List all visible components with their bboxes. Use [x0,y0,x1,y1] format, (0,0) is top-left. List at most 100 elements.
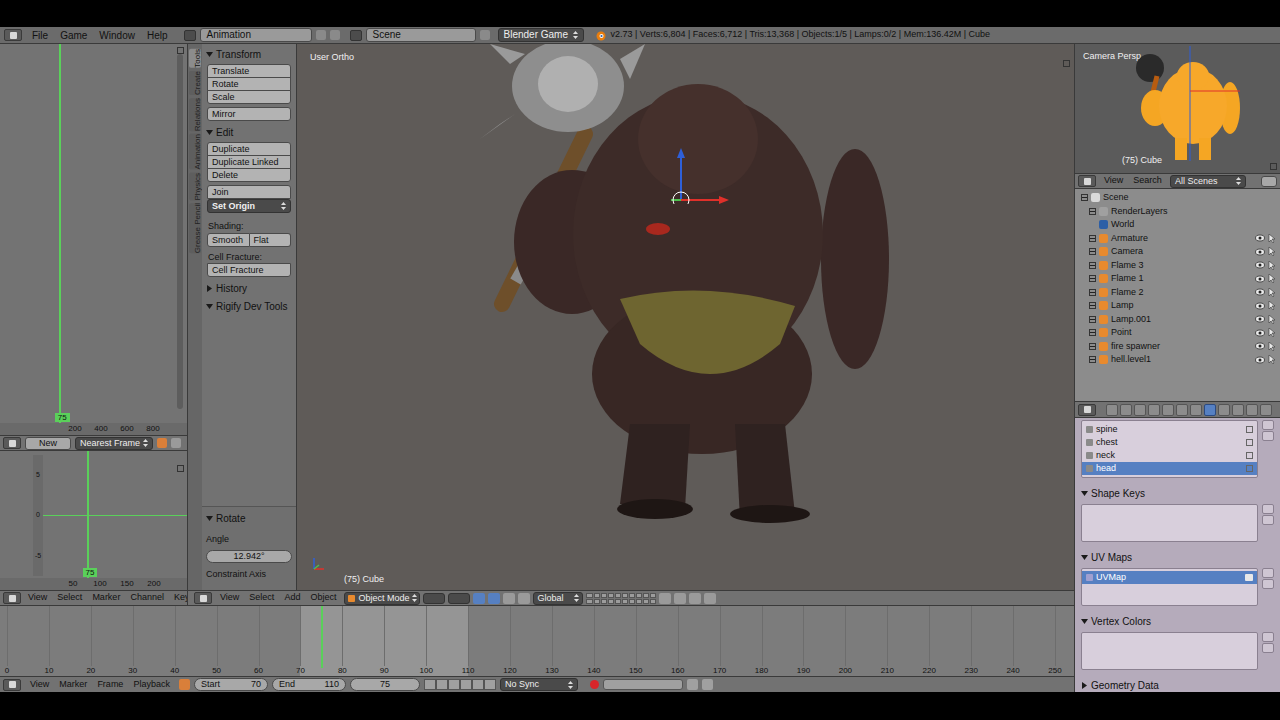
expand-icon[interactable] [1089,356,1096,363]
tool-button[interactable]: Join [207,185,291,199]
scene-field[interactable]: Scene [366,28,476,42]
expanded-icon[interactable] [206,51,213,58]
expand-icon[interactable] [1089,208,1096,215]
outliner-row[interactable]: hell.level1 [1075,353,1280,367]
properties-tab-icon[interactable] [1134,404,1146,416]
cursor-icon[interactable] [1268,274,1276,283]
transport-button[interactable] [436,679,448,690]
outliner-row[interactable]: Flame 2 [1075,286,1280,300]
lock-icon[interactable] [1246,439,1253,446]
expand-icon[interactable] [1089,302,1096,309]
cursor-icon[interactable] [1268,301,1276,310]
menu-item[interactable]: Select [244,591,279,605]
frame-cursor[interactable] [59,44,61,423]
delete-key-icon[interactable] [702,679,713,690]
outliner-row[interactable]: Scene [1075,191,1280,205]
curve-graph[interactable]: 50-57550100150200 [0,451,187,590]
outliner-row[interactable]: Flame 3 [1075,259,1280,273]
properties-tab-icon[interactable] [1148,404,1160,416]
transport-button[interactable] [484,679,496,690]
properties-tab-icon[interactable] [1190,404,1202,416]
info-editor-icon[interactable] [4,29,22,41]
eye-icon[interactable] [1255,315,1265,323]
3d-viewport[interactable]: User Ortho(75) Cube [297,44,1074,590]
panel-header[interactable]: History [206,281,292,295]
active-render-icon[interactable] [1245,574,1253,581]
expanded-icon[interactable] [1081,554,1088,561]
tool-tab[interactable]: Animation [189,134,201,170]
expanded-icon[interactable] [206,303,213,310]
cursor-icon[interactable] [1268,247,1276,256]
cursor-icon[interactable] [1268,328,1276,337]
add-item-icon[interactable] [1262,568,1274,578]
outliner-label[interactable]: Flame 1 [1111,272,1144,286]
outliner-row[interactable]: Point [1075,326,1280,340]
expand-icon[interactable] [1089,262,1096,269]
eye-icon[interactable] [1255,261,1265,269]
tool-button[interactable]: Cell Fracture [207,263,291,277]
add-item-icon[interactable] [1262,504,1274,514]
tool-tab[interactable]: Physics [189,173,201,201]
expand-icon[interactable] [1089,275,1096,282]
outliner-label[interactable]: hell.level1 [1111,353,1151,367]
interpolation-dropdown[interactable]: Nearest Frame [75,437,153,450]
cursor-icon[interactable] [1268,315,1276,324]
menu-item[interactable]: View [25,678,54,692]
vertex-group-row[interactable]: spine [1082,423,1257,436]
menu-item[interactable]: File [26,28,54,43]
layer-button[interactable] [650,599,656,604]
add-layout-icon[interactable] [316,30,326,40]
sync-dropdown[interactable]: No Sync [500,678,578,691]
menu-item[interactable]: Channel [125,591,169,605]
layer-button[interactable] [636,593,642,598]
start-field[interactable]: Start70 [194,678,268,691]
set-origin-menu[interactable]: Set Origin [207,199,291,213]
panel-header[interactable]: UV Maps [1081,550,1274,565]
frame-cursor[interactable] [321,606,323,668]
list-box[interactable] [1081,632,1258,670]
remove-item-icon[interactable] [1262,431,1274,441]
add-item-icon[interactable] [1262,632,1274,642]
menu-item[interactable]: Object [305,591,341,605]
remove-item-icon[interactable] [1262,579,1274,589]
expanded-icon[interactable] [1081,618,1088,625]
panel-header[interactable]: Rotate [206,511,292,526]
outliner-label[interactable]: Lamp.001 [1111,313,1151,327]
tool-button[interactable]: Delete [207,168,291,182]
insert-key-icon[interactable] [687,679,698,690]
expand-icon[interactable] [1089,329,1096,336]
timeline[interactable]: 0102030405060708090100110120130140150160… [0,606,1074,676]
add-region-icon[interactable] [177,47,184,54]
outliner-label[interactable]: Armature [1111,232,1148,246]
menu-item[interactable]: Key [169,591,188,605]
tool-button[interactable]: Mirror [207,107,291,121]
lock-icon[interactable] [1246,465,1253,472]
layer-button[interactable] [594,599,600,604]
properties-tab-icon[interactable] [1246,404,1258,416]
menu-item[interactable]: Marker [54,678,92,692]
tool-tab[interactable]: Relations [189,98,201,131]
menu-item[interactable]: Add [279,591,305,605]
outliner-row[interactable]: Camera [1075,245,1280,259]
panel-header[interactable]: Rigify Dev Tools [206,299,292,313]
add-item-icon[interactable] [1262,420,1274,430]
scene-icon[interactable] [350,30,362,41]
tool-button[interactable]: Translate [207,64,291,78]
cursor-icon[interactable] [1268,261,1276,270]
transform-gizmo-icon[interactable] [671,144,741,204]
snap-icon[interactable] [689,593,701,604]
preview-range-icon[interactable] [179,679,190,690]
tool-tab[interactable]: Create [189,71,201,95]
list-box[interactable] [1081,504,1258,542]
cursor-icon[interactable] [1268,355,1276,364]
menu-item[interactable]: Game [54,28,93,43]
transport-button[interactable] [448,679,460,690]
layer-button[interactable] [629,599,635,604]
list-box[interactable]: UVMap [1081,568,1258,606]
layer-button[interactable] [622,593,628,598]
outliner-row[interactable]: fire spawner [1075,340,1280,354]
eye-icon[interactable] [1255,302,1265,310]
properties-tab-icon[interactable] [1232,404,1244,416]
menu-item[interactable]: Window [93,28,141,43]
layer-button[interactable] [636,599,642,604]
